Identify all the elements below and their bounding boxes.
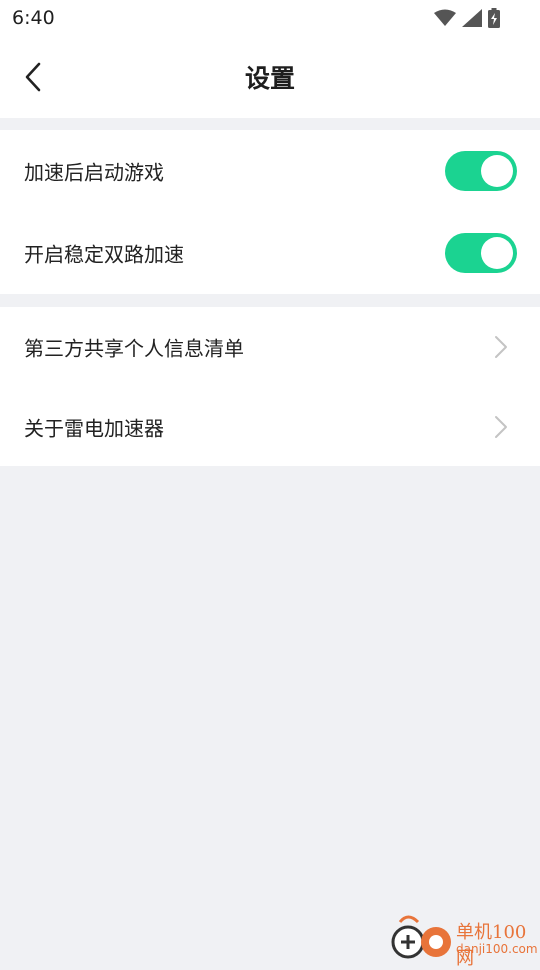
status-time: 6:40 (12, 7, 55, 29)
setting-row-dual-channel-boost: 开启稳定双路加速 (0, 212, 540, 294)
wifi-icon (434, 9, 456, 26)
status-bar: 6:40 (0, 0, 540, 36)
cellular-signal-icon (462, 9, 482, 27)
status-icons (434, 8, 500, 28)
list-item-label: 第三方共享个人信息清单 (24, 336, 244, 361)
link-settings-section: 第三方共享个人信息清单 关于雷电加速器 (0, 307, 540, 466)
watermark-logo-icon (391, 915, 451, 959)
battery-charging-icon (488, 8, 500, 28)
setting-label: 加速后启动游戏 (24, 160, 164, 185)
toggle-settings-section: 加速后启动游戏 开启稳定双路加速 (0, 130, 540, 294)
dual-channel-boost-toggle[interactable] (445, 233, 517, 273)
setting-row-launch-after-boost: 加速后启动游戏 (0, 130, 540, 212)
setting-label: 开启稳定双路加速 (24, 242, 184, 267)
chevron-right-icon (495, 336, 507, 358)
watermark: 单机100网 danji100.com (388, 912, 540, 969)
navigation-bar: 设置 (0, 36, 540, 118)
page-title: 设置 (244, 64, 295, 93)
list-item-label: 关于雷电加速器 (24, 416, 164, 441)
toggle-knob (481, 155, 513, 187)
watermark-domain: danji100.com (456, 942, 538, 956)
chevron-right-icon (495, 416, 507, 438)
list-item-third-party-sharing[interactable]: 第三方共享个人信息清单 (0, 307, 540, 387)
toggle-knob (481, 237, 513, 269)
list-item-about[interactable]: 关于雷电加速器 (0, 387, 540, 467)
launch-after-boost-toggle[interactable] (445, 151, 517, 191)
